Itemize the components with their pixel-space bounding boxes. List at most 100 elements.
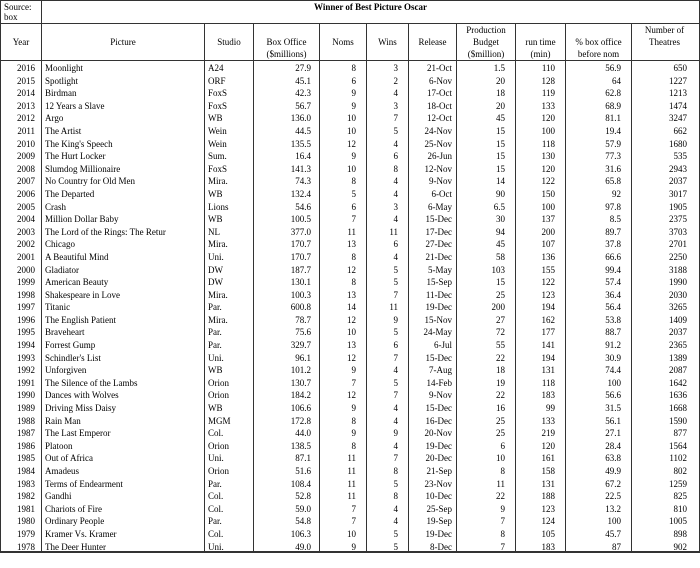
cell-studio: Par. [205,477,254,490]
cell-pct: 100 [566,514,632,527]
cell-picture: The Lord of the Rings: The Retur [42,225,205,238]
cell-noms: 14 [320,300,367,313]
cell-runtime: 136 [516,250,566,263]
cell-budget: 16 [457,401,516,414]
cell-runtime: 158 [516,464,566,477]
source-label: Source: [4,2,32,12]
cell-noms: 9 [320,540,367,552]
table-row: 1981Chariots of FireCol.59.07425-Sep9123… [1,502,699,515]
cell-release: 21-Sep [409,464,457,477]
cell-noms: 12 [320,137,367,150]
cell-release: 6-Oct [409,187,457,200]
cell-studio: DW [205,263,254,276]
cell-box: 106.6 [254,401,320,414]
cell-runtime: 200 [516,225,566,238]
cell-wins: 5 [367,540,409,552]
cell-noms: 11 [320,489,367,502]
cell-studio: Par. [205,325,254,338]
cell-release: 12-Nov [409,162,457,175]
cell-theatres: 1259 [632,477,697,490]
h1-noms [320,24,367,36]
h3-studio [205,48,254,60]
cell-box: 59.0 [254,502,320,515]
cell-budget: 45 [457,111,516,124]
cell-noms: 10 [320,111,367,124]
cell-noms: 7 [320,514,367,527]
cell-budget: 8 [457,527,516,540]
cell-wins: 6 [367,338,409,351]
cell-release: 25-Nov [409,137,457,150]
cell-wins: 4 [367,363,409,376]
cell-runtime: 194 [516,300,566,313]
cell-box: 54.6 [254,200,320,213]
table-row: 201312 Years a SlaveFoxS56.79318-Oct2013… [1,99,699,112]
cell-pct: 53.8 [566,313,632,326]
cell-noms: 6 [320,200,367,213]
cell-wins: 7 [367,288,409,301]
cell-release: 26-Jun [409,149,457,162]
cell-theatres: 2943 [632,162,697,175]
table-row: 2001A Beautiful MindUni.170.78421-Dec581… [1,250,699,263]
cell-pct: 100 [566,376,632,389]
cell-theatres: 802 [632,464,697,477]
table-row: 1988Rain ManMGM172.88416-Dec2513356.1159… [1,414,699,427]
cell-wins: 4 [367,250,409,263]
cell-pct: 36.4 [566,288,632,301]
cell-theatres: 2037 [632,174,697,187]
cell-release: 6-May [409,200,457,213]
cell-runtime: 100 [516,124,566,137]
cell-runtime: 130 [516,149,566,162]
cell-studio: Mira. [205,288,254,301]
oscar-table: Source: box Winner of Best Picture Oscar… [0,0,700,553]
cell-picture: Gladiator [42,263,205,276]
cell-pct: 91.2 [566,338,632,351]
cell-wins: 11 [367,225,409,238]
cell-runtime: 122 [516,174,566,187]
cell-noms: 12 [320,351,367,364]
cell-noms: 10 [320,325,367,338]
cell-release: 15-Dec [409,212,457,225]
cell-pct: 89.7 [566,225,632,238]
cell-release: 21-Dec [409,250,457,263]
cell-release: 19-Dec [409,300,457,313]
cell-theatres: 1990 [632,275,697,288]
table-row: 1984AmadeusOrion51.611821-Sep815849.9802 [1,464,699,477]
cell-release: 15-Sep [409,275,457,288]
table-row: 1986PlatoonOrion138.58419-Dec612028.4156… [1,439,699,452]
cell-studio: FoxS [205,162,254,175]
cell-noms: 10 [320,527,367,540]
cell-picture: The Deer Hunter [42,540,205,552]
cell-year: 2006 [1,187,42,200]
cell-box: 87.1 [254,451,320,464]
h2-studio: Studio [205,36,254,48]
cell-theatres: 2701 [632,237,697,250]
cell-box: 51.6 [254,464,320,477]
cell-runtime: 183 [516,540,566,552]
cell-budget: 7 [457,514,516,527]
h1-pct [566,24,632,36]
cell-studio: Sum. [205,149,254,162]
cell-runtime: 122 [516,275,566,288]
table-row: 2009The Hurt LockerSum.16.49626-Jun15130… [1,149,699,162]
cell-pct: 45.7 [566,527,632,540]
cell-noms: 9 [320,99,367,112]
cell-release: 17-Oct [409,86,457,99]
h2-pct: % box office [566,36,632,48]
table-row: 2005CrashLions54.6636-May6.510097.81905 [1,200,699,213]
table-row: 2003The Lord of the Rings: The ReturNL37… [1,225,699,238]
cell-pct: 62.8 [566,86,632,99]
cell-pct: 97.8 [566,200,632,213]
cell-budget: 8 [457,464,516,477]
cell-picture: Gandhi [42,489,205,502]
cell-release: 19-Sep [409,514,457,527]
cell-theatres: 1409 [632,313,697,326]
cell-runtime: 118 [516,376,566,389]
cell-budget: 27 [457,313,516,326]
cell-budget: 10 [457,451,516,464]
cell-year: 1994 [1,338,42,351]
cell-wins: 3 [367,99,409,112]
cell-year: 1995 [1,325,42,338]
cell-release: 19-Dec [409,439,457,452]
h1-runtime [516,24,566,36]
cell-picture: Dances with Wolves [42,388,205,401]
